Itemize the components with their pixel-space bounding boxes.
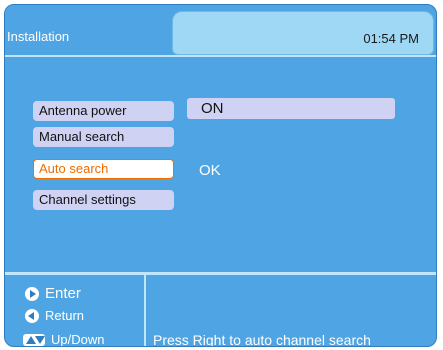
menu-item-manual-search[interactable]: Manual search [33, 127, 174, 147]
header-divider [5, 55, 436, 57]
left-arrow-icon [25, 308, 39, 323]
installation-screen: Installation 01:54 PM Antenna power Manu… [4, 4, 437, 347]
help-updown: Up/Down [23, 332, 105, 347]
help-enter: Enter [25, 285, 81, 302]
antenna-power-value[interactable]: ON [187, 98, 395, 119]
menu-item-label: Auto search [39, 161, 109, 176]
menu-item-antenna-power[interactable]: Antenna power [33, 101, 174, 121]
up-down-arrows-icon [23, 333, 45, 346]
menu-item-label: Antenna power [39, 103, 127, 118]
help-return: Return [25, 308, 84, 323]
right-arrow-icon [25, 286, 39, 301]
status-message: Press Right to auto channel search [153, 332, 371, 347]
page-title: Installation [7, 29, 70, 44]
clock-time: 01:54 PM [363, 31, 419, 46]
help-updown-label: Up/Down [51, 332, 105, 347]
help-return-label: Return [45, 308, 85, 323]
menu-item-auto-search[interactable]: Auto search [33, 159, 174, 179]
footer-divider [5, 272, 436, 275]
menu-item-channel-settings[interactable]: Channel settings [33, 190, 174, 210]
menu-item-label: Channel settings [39, 192, 136, 207]
auto-search-value: OK [199, 162, 221, 179]
help-enter-label: Enter [45, 285, 81, 302]
footer-vertical-divider [144, 275, 146, 346]
title-tab: Installation [5, 5, 170, 55]
clock-tab: 01:54 PM [172, 11, 434, 55]
menu-item-label: Manual search [39, 129, 125, 144]
